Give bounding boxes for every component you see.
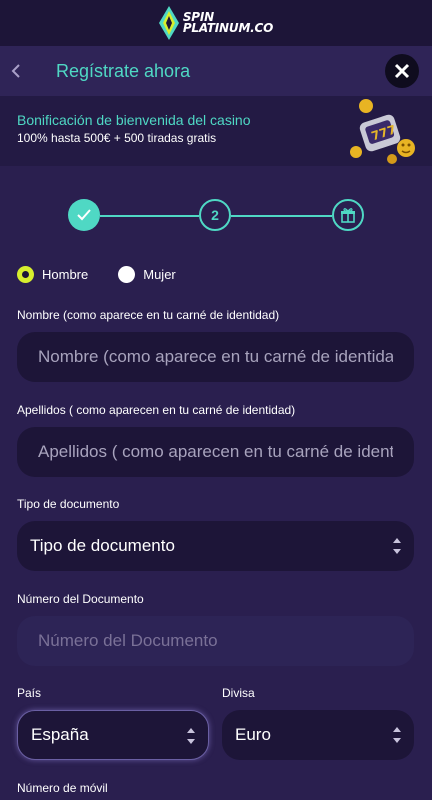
radio-female-label[interactable]: Mujer [143,267,176,282]
radio-male[interactable] [17,266,34,283]
logo-diamond-icon [158,6,179,40]
country-select[interactable]: España [17,710,209,760]
check-icon [77,209,91,221]
last-name-label: Apellidos ( como aparecen en tu carné de… [17,403,296,417]
logo-text: SPIN PLATINUM.CO [182,10,274,35]
document-type-value: Tipo de documento [30,536,175,555]
country-value: España [31,725,89,744]
step-connector [231,215,332,217]
step-2-current: 2 [199,199,231,231]
step-1-completed [68,199,100,231]
step-3-bonus [332,199,364,231]
last-name-field[interactable] [17,427,414,477]
step-connector [100,215,199,217]
close-button[interactable] [385,54,419,88]
top-bar: SPIN PLATINUM.CO [0,0,432,46]
welcome-bonus-banner: Bonificación de bienvenida del casino 10… [0,96,432,166]
chevron-left-icon [11,64,20,78]
radio-female[interactable] [118,266,136,283]
gift-icon [341,208,355,223]
select-arrows-icon [186,728,195,744]
first-name-field[interactable] [17,332,414,382]
step-number: 2 [211,207,219,223]
slot-machine-icon: 777 [350,99,415,164]
document-number-label: Número del Documento [17,592,144,606]
country-label: País [17,686,42,700]
document-type-label: Tipo de documento [17,497,120,511]
select-arrows-icon [392,727,401,743]
radio-male-label[interactable]: Hombre [42,267,88,282]
gender-selector: Hombre Mujer [17,266,206,283]
currency-value: Euro [235,725,271,744]
registration-stepper: 2 [68,199,364,233]
close-icon [394,63,410,79]
currency-select[interactable]: Euro [222,710,414,760]
select-arrows-icon [392,538,401,554]
first-name-label: Nombre (como aparece en tu carné de iden… [17,308,280,322]
back-button[interactable] [3,58,29,84]
document-type-select[interactable]: Tipo de documento [17,521,414,571]
page-header: Regístrate ahora [0,46,432,96]
brand-logo[interactable]: SPIN PLATINUM.CO [158,6,274,40]
currency-label: Divisa [222,686,255,700]
mobile-number-label: Número de móvil [17,781,108,795]
page-title: Regístrate ahora [56,60,191,81]
document-number-field[interactable] [17,616,414,666]
